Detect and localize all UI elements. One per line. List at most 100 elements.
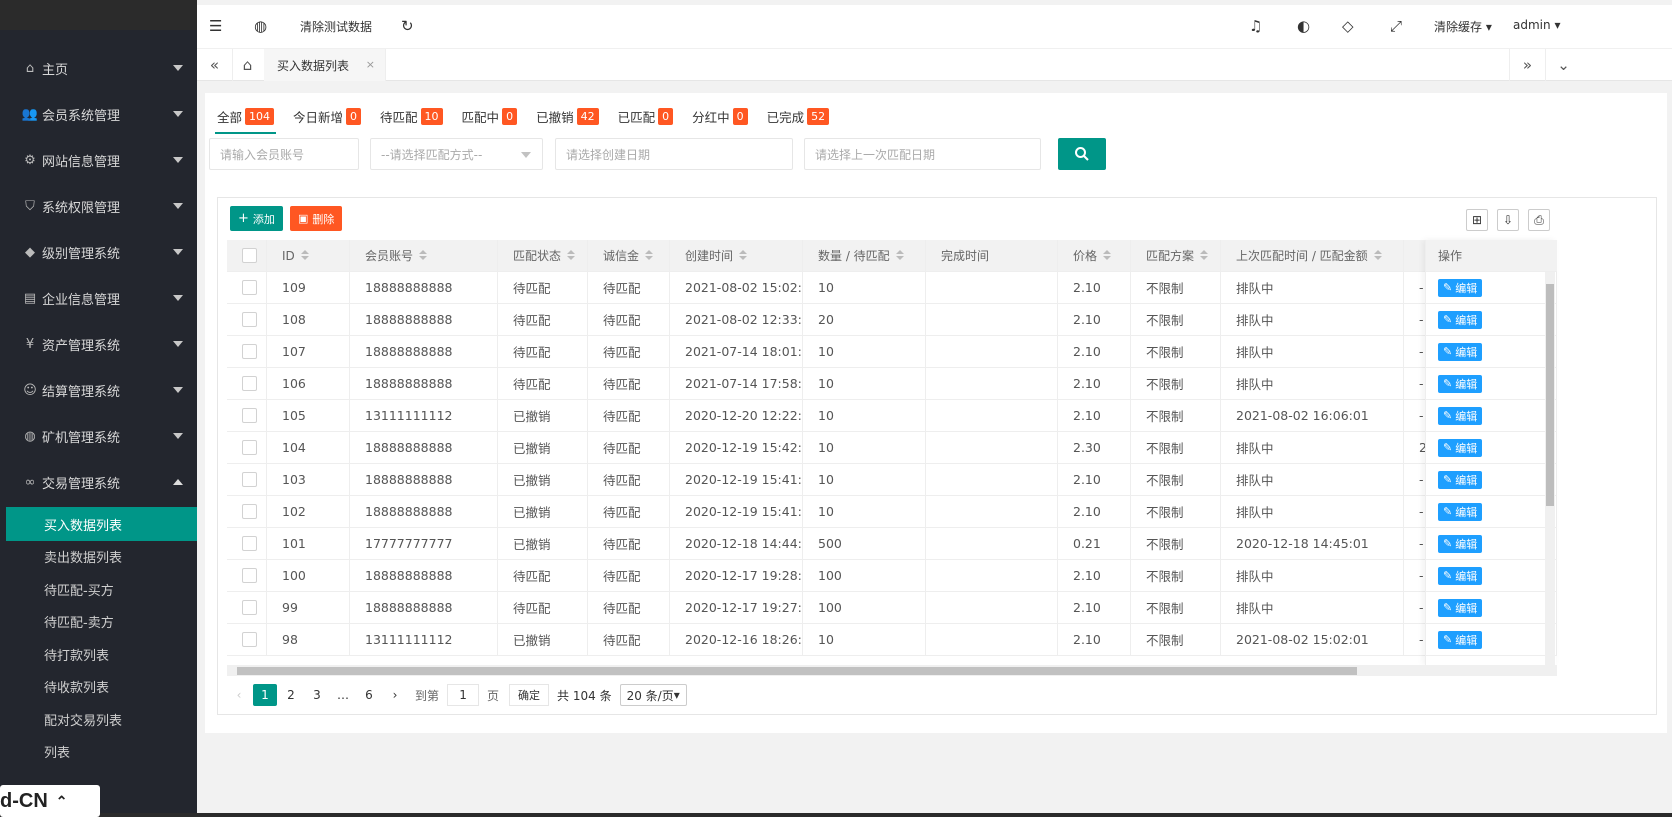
row-checkbox[interactable] [242,280,257,295]
home-tab-icon[interactable]: ⌂ [230,49,266,81]
sort-icon[interactable] [1373,250,1382,261]
edit-button[interactable]: ✎ 编辑 [1438,566,1483,585]
tab-close-icon[interactable]: × [366,58,375,71]
edit-button[interactable]: ✎ 编辑 [1438,342,1483,361]
bell-icon[interactable]: ♫ [1249,17,1262,35]
status-tab[interactable]: 待匹配 10 [380,100,443,132]
sort-icon[interactable] [1103,250,1112,261]
horizontal-scrollbar[interactable] [227,665,1557,676]
sort-icon[interactable] [300,250,309,261]
row-checkbox[interactable] [242,632,257,647]
page-link[interactable]: 6 [357,684,381,706]
account-search-input[interactable]: 请输入会员账号 [209,138,359,170]
sidebar-item[interactable]: ⚙ 网站信息管理 [0,136,197,185]
print-icon[interactable]: ⎙ [1528,209,1550,231]
row-checkbox-cell[interactable] [227,336,267,367]
row-checkbox[interactable] [242,440,257,455]
row-checkbox[interactable] [242,536,257,551]
row-checkbox[interactable] [242,568,257,583]
row-checkbox-cell[interactable] [227,560,267,591]
row-checkbox-cell[interactable] [227,624,267,655]
search-button[interactable] [1058,138,1106,170]
row-checkbox-cell[interactable] [227,528,267,559]
sort-icon[interactable] [419,250,428,261]
header-checkbox-cell[interactable] [227,240,267,271]
user-menu[interactable]: admin ▾ [1513,18,1560,32]
row-checkbox[interactable] [242,408,257,423]
status-tab[interactable]: 分红中 0 [692,100,748,132]
row-checkbox-cell[interactable] [227,464,267,495]
sidebar-item[interactable]: ¥ 资产管理系统 [0,320,197,369]
last-match-date-input[interactable]: 请选择上一次匹配日期 [804,138,1041,170]
edit-button[interactable]: ✎ 编辑 [1438,470,1483,489]
vertical-scroll-thumb[interactable] [1546,284,1554,506]
clear-test-data-link[interactable]: 清除测试数据 [300,18,372,35]
tabs-scroll-left-icon[interactable]: « [197,49,233,81]
sort-icon[interactable] [567,250,576,261]
sidebar-subitem[interactable]: 待匹配-买方 [6,572,197,606]
sidebar-subitem[interactable]: 列表 [6,735,197,769]
created-date-input[interactable]: 请选择创建日期 [555,138,793,170]
add-button[interactable]: + 添加 [230,206,283,231]
sidebar-item[interactable]: ◆ 级别管理系统 [0,228,197,277]
row-checkbox[interactable] [242,376,257,391]
sidebar-item[interactable]: ▤ 企业信息管理 [0,274,197,323]
edit-button[interactable]: ✎ 编辑 [1438,310,1483,329]
row-checkbox[interactable] [242,600,257,615]
page-link[interactable]: 1 [253,684,277,706]
sort-icon[interactable] [645,250,654,261]
match-method-select[interactable]: --请选择匹配方式-- [370,138,543,170]
sidebar-subitem[interactable]: 配对交易列表 [6,702,197,736]
goto-page-input[interactable]: 1 [447,684,480,706]
row-checkbox-cell[interactable] [227,496,267,527]
tab-buy-data-list[interactable]: 买入数据列表 × [264,49,386,81]
sidebar-subitem[interactable]: 待匹配-卖方 [6,605,197,639]
sort-icon[interactable] [739,250,748,261]
row-checkbox-cell[interactable] [227,432,267,463]
edit-button[interactable]: ✎ 编辑 [1438,502,1483,521]
edit-button[interactable]: ✎ 编辑 [1438,374,1483,393]
row-checkbox[interactable] [242,504,257,519]
status-tab[interactable]: 全部 104 [214,100,277,134]
sidebar-item[interactable]: ⌂ 主页 [0,44,197,93]
tabs-dropdown-icon[interactable]: ⌄ [1545,49,1581,81]
sort-icon[interactable] [895,250,904,261]
row-checkbox-cell[interactable] [227,592,267,623]
theme-icon[interactable]: ◐ [1297,17,1310,35]
edit-button[interactable]: ✎ 编辑 [1438,278,1483,297]
edit-button[interactable]: ✎ 编辑 [1438,534,1483,553]
next-page-icon[interactable]: › [383,684,407,706]
status-tab[interactable]: 今日新增 0 [293,100,362,132]
sidebar-subitem[interactable]: 待打款列表 [6,637,197,671]
delete-button[interactable]: ▣ 删除 [290,206,343,231]
row-checkbox-cell[interactable] [227,272,267,303]
status-tab[interactable]: 已撤销 42 [536,100,599,132]
prev-page-icon[interactable]: ‹ [227,684,251,706]
row-checkbox-cell[interactable] [227,368,267,399]
edit-button[interactable]: ✎ 编辑 [1438,630,1483,649]
sidebar-subitem[interactable]: 卖出数据列表 [6,540,197,574]
sidebar-item[interactable]: ☺ 结算管理系统 [0,366,197,415]
vertical-scrollbar[interactable] [1545,272,1555,665]
sidebar-subitem[interactable]: 待收款列表 [6,670,197,704]
row-checkbox-cell[interactable] [227,400,267,431]
clear-cache-menu[interactable]: 清除缓存 ▾ [1434,18,1492,35]
select-all-checkbox[interactable] [242,248,257,263]
tag-icon[interactable]: ◇ [1342,17,1354,35]
sidebar-item[interactable]: 👥 会员系统管理 [0,90,197,139]
menu-collapse-icon[interactable]: ☰ [209,17,222,35]
row-checkbox[interactable] [242,472,257,487]
sort-icon[interactable] [1200,250,1209,261]
refresh-icon[interactable]: ↻ [401,17,414,35]
language-selector[interactable]: d-CN ⌃ [0,785,100,817]
sidebar-item[interactable]: ◍ 矿机管理系统 [0,412,197,461]
sidebar-subitem[interactable]: 买入数据列表 [6,507,197,541]
export-icon[interactable]: ⇩ [1497,209,1519,231]
page-link[interactable]: 2 [279,684,303,706]
row-checkbox[interactable] [242,312,257,327]
edit-button[interactable]: ✎ 编辑 [1438,438,1483,457]
edit-button[interactable]: ✎ 编辑 [1438,598,1483,617]
status-tab[interactable]: 已完成 52 [767,100,830,132]
sidebar-item[interactable]: ⛉ 系统权限管理 [0,182,197,231]
page-size-select[interactable]: 20 条/页 ▾ [619,684,687,706]
